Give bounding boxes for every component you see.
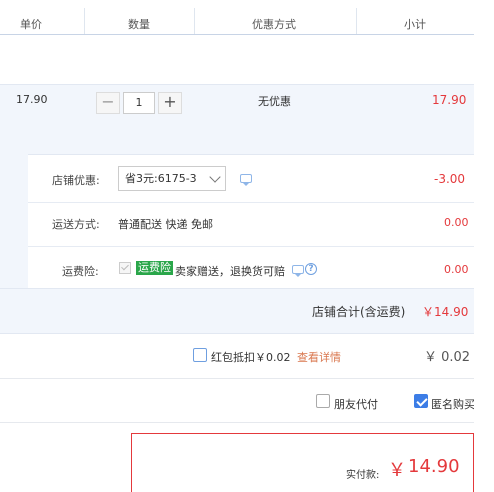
order-options-gutter	[0, 154, 28, 288]
insurance-label: 运费险:	[62, 265, 99, 278]
shop-discount-selected: 省3元:6175-3	[125, 172, 197, 185]
item-discount: 无优惠	[258, 95, 291, 108]
quantity-minus-button[interactable]: −	[96, 92, 120, 114]
red-packet-checkbox[interactable]	[193, 348, 207, 362]
header-underline	[0, 34, 474, 35]
help-icon[interactable]: ?	[305, 263, 317, 275]
insurance-amount: 0.00	[444, 263, 469, 276]
anonymous-checkbox[interactable]	[414, 394, 428, 408]
anonymous-label: 匿名购买	[431, 398, 474, 411]
shop-total-amount: ￥14.90	[422, 305, 469, 319]
header-divider	[84, 8, 85, 34]
header-price: 单价	[20, 18, 42, 31]
friend-pay-label: 朋友代付	[334, 398, 378, 411]
friend-pay-checkbox[interactable]	[316, 394, 330, 408]
chevron-down-icon	[209, 171, 221, 183]
header-subtotal: 小计	[404, 18, 426, 31]
shop-total-row: 店铺合计(含运费) ￥14.90	[0, 288, 474, 334]
shop-discount-select[interactable]: 省3元:6175-3	[118, 166, 226, 191]
payment-summary: 实付款: ￥ 14.90	[131, 433, 474, 492]
comment-icon[interactable]	[292, 265, 304, 277]
divider	[0, 422, 474, 423]
payment-amount: 14.90	[408, 456, 460, 477]
red-packet-details-link[interactable]: 查看详情	[297, 349, 341, 365]
payment-label: 实付款:	[346, 470, 380, 481]
comment-icon[interactable]	[240, 174, 252, 186]
item-subtotal: 17.90	[432, 93, 467, 107]
quantity-input[interactable]: 1	[123, 92, 155, 114]
divider	[28, 246, 474, 247]
divider	[28, 202, 474, 203]
header-quantity: 数量	[128, 18, 150, 31]
insurance-badge: 运费险	[136, 261, 173, 275]
shipping-label: 运送方式:	[52, 218, 100, 231]
red-packet-label: 红包抵扣￥0.02	[211, 351, 291, 364]
shop-discount-amount: -3.00	[434, 172, 466, 186]
item-row: 17.90 − 1 + 无优惠 17.90	[0, 84, 474, 154]
shipping-amount: 0.00	[444, 216, 469, 229]
header-divider	[356, 8, 357, 34]
insurance-text: 卖家赠送，退换货可赔	[175, 265, 285, 278]
header-divider	[194, 8, 195, 34]
header-discount: 优惠方式	[252, 18, 296, 31]
shop-total-label: 店铺合计(含运费)	[312, 305, 406, 319]
shipping-value: 普通配送 快递 免邮	[118, 218, 213, 231]
quantity-plus-button[interactable]: +	[158, 92, 182, 114]
item-price: 17.90	[16, 93, 48, 106]
red-packet-amount: ￥ 0.02	[424, 350, 471, 365]
shop-discount-label: 店铺优惠:	[52, 174, 100, 187]
payment-currency: ￥	[388, 460, 406, 481]
divider	[0, 378, 474, 379]
